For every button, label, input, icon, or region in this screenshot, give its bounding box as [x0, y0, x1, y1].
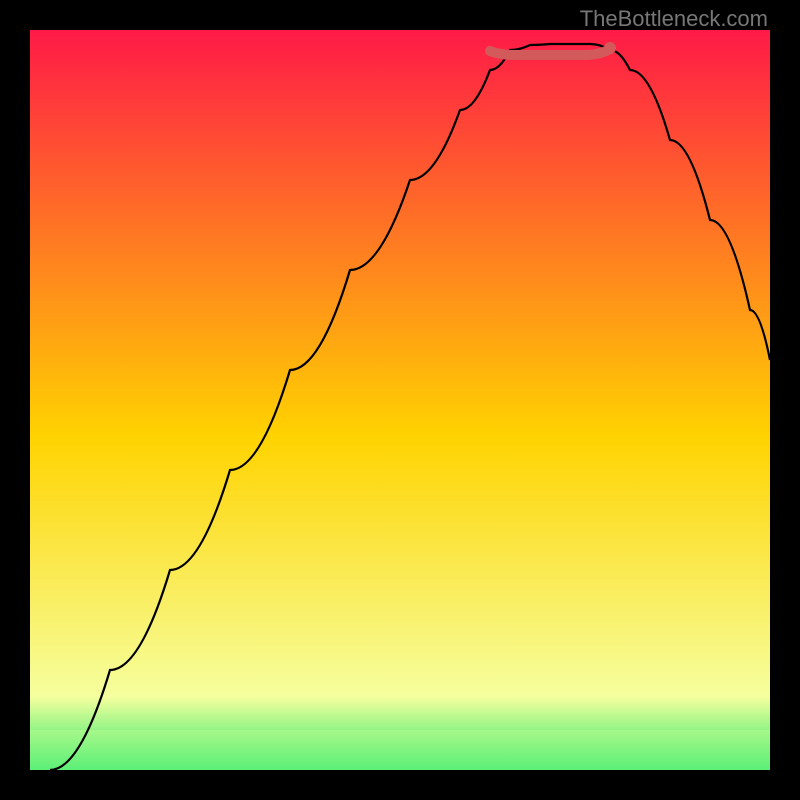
chart-svg [30, 30, 770, 770]
bottom-band [30, 730, 770, 770]
gradient-background [30, 30, 770, 770]
watermark-text: TheBottleneck.com [580, 6, 768, 32]
chart-area [30, 30, 770, 770]
